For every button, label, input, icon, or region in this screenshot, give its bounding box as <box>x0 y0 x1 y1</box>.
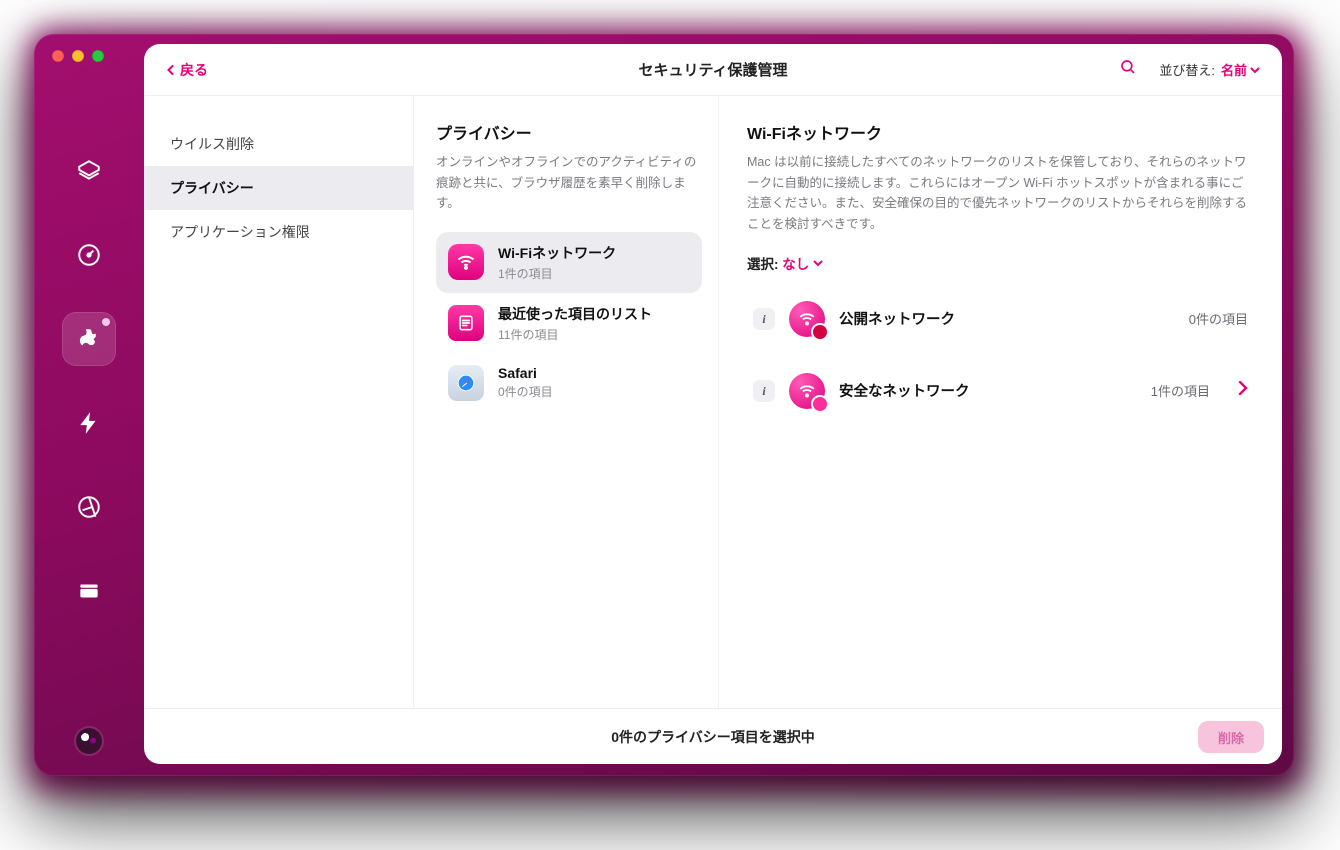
selection-status: 0件のプライバシー項目を選択中 <box>611 727 815 747</box>
minimize-button[interactable] <box>72 50 84 62</box>
info-icon[interactable]: i <box>753 308 775 330</box>
module-sub: 0件の項目 <box>498 383 553 400</box>
module-title: 最近使った項目のリスト <box>498 304 652 324</box>
close-button[interactable] <box>52 50 64 62</box>
toolbar: 戻る セキュリティ保護管理 並び替え: 名前 <box>144 44 1282 96</box>
wifi-public-icon <box>789 301 825 337</box>
detail-heading: Wi-Fiネットワーク <box>747 120 1254 144</box>
back-label: 戻る <box>180 60 208 80</box>
category-privacy[interactable]: プライバシー <box>144 166 413 210</box>
wifi-secure-icon <box>789 373 825 409</box>
chevron-down-icon <box>1250 65 1260 75</box>
zoom-button[interactable] <box>92 50 104 62</box>
safari-icon <box>448 365 484 401</box>
sort-label: 並び替え: <box>1159 60 1215 79</box>
module-recent[interactable]: 最近使った項目のリスト 11件の項目 <box>436 293 702 354</box>
select-value: なし <box>782 253 809 273</box>
window-controls <box>52 50 104 62</box>
network-count: 1件の項目 <box>1151 381 1210 400</box>
rail-item-protection[interactable] <box>62 312 116 366</box>
content-card: 戻る セキュリティ保護管理 並び替え: 名前 <box>144 44 1282 764</box>
rail-item-scanner[interactable] <box>62 144 116 198</box>
notification-dot <box>102 318 110 326</box>
detail-pane: Wi-Fiネットワーク Mac は以前に接続したすべてのネットワークのリストを保… <box>719 96 1282 708</box>
rail-item-gauge[interactable] <box>62 228 116 282</box>
wifi-icon <box>448 244 484 280</box>
footer: 0件のプライバシー項目を選択中 削除 <box>144 708 1282 764</box>
rail-item-files[interactable] <box>62 564 116 618</box>
select-label: 選択: <box>747 257 779 272</box>
network-name: 安全なネットワーク <box>839 380 970 401</box>
sort-dropdown[interactable]: 並び替え: 名前 <box>1159 60 1260 79</box>
select-dropdown[interactable]: なし <box>782 253 823 273</box>
chevron-right-icon <box>1238 381 1248 400</box>
col2-heading: プライバシー <box>436 120 702 144</box>
detail-description: Mac は以前に接続したすべてのネットワークのリストを保管しており、それらのネッ… <box>747 152 1254 235</box>
module-safari[interactable]: Safari 0件の項目 <box>436 354 702 412</box>
category-permissions[interactable]: アプリケーション権限 <box>144 210 413 254</box>
module-title: Safari <box>498 365 553 381</box>
network-name: 公開ネットワーク <box>839 308 955 329</box>
rail-item-apps[interactable] <box>62 480 116 534</box>
col2-description: オンラインやオフラインでのアクティビティの痕跡と共に、ブラウザ履歴を素早く削除し… <box>436 152 702 214</box>
network-count: 0件の項目 <box>1189 309 1248 328</box>
info-icon[interactable]: i <box>753 380 775 402</box>
network-row-secure[interactable]: i 安全なネットワーク 1件の項目 <box>747 355 1254 427</box>
account-avatar[interactable] <box>76 728 102 754</box>
app-window: 戻る セキュリティ保護管理 並び替え: 名前 <box>34 34 1294 776</box>
list-icon <box>448 305 484 341</box>
module-list: プライバシー オンラインやオフラインでのアクティビティの痕跡と共に、ブラウザ履歴… <box>414 96 719 708</box>
category-virus[interactable]: ウイルス削除 <box>144 122 413 166</box>
network-row-public[interactable]: i 公開ネットワーク 0件の項目 <box>747 283 1254 355</box>
module-title: Wi-Fiネットワーク <box>498 243 616 263</box>
selection-row: 選択: なし <box>747 253 1254 273</box>
module-sub: 11件の項目 <box>498 326 652 343</box>
chevron-left-icon <box>166 65 176 75</box>
delete-button[interactable]: 削除 <box>1198 721 1264 753</box>
category-list: ウイルス削除 プライバシー アプリケーション権限 <box>144 96 414 708</box>
search-icon[interactable] <box>1119 58 1137 81</box>
module-wifi[interactable]: Wi-Fiネットワーク 1件の項目 <box>436 232 702 293</box>
back-button[interactable]: 戻る <box>166 60 208 80</box>
rail-item-speed[interactable] <box>62 396 116 450</box>
sidebar-rail <box>34 34 144 776</box>
sort-value: 名前 <box>1221 60 1247 79</box>
page-title: セキュリティ保護管理 <box>144 59 1282 80</box>
chevron-down-icon <box>813 258 823 268</box>
module-sub: 1件の項目 <box>498 265 616 282</box>
